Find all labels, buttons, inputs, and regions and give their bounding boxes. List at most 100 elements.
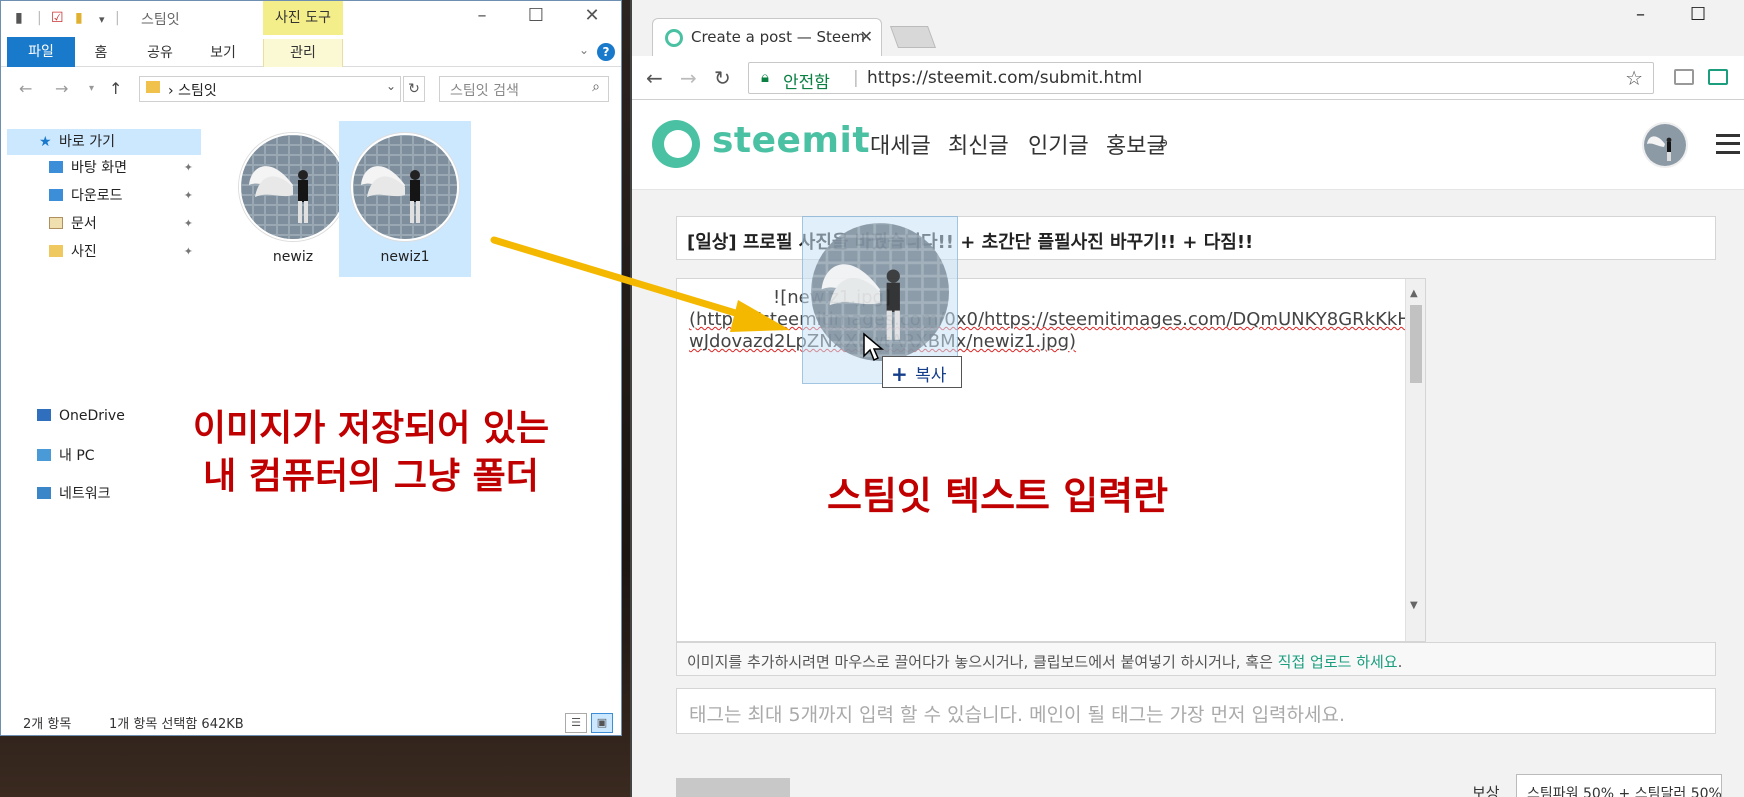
image-thumbnail [351, 133, 459, 241]
submit-button[interactable] [676, 778, 790, 797]
search-icon[interactable]: ⌕ [1158, 130, 1169, 154]
properties-icon[interactable]: ☑ [51, 10, 64, 26]
reward-select[interactable]: 스팀파워 50% + 스팀달러 50% [1516, 774, 1722, 797]
upload-link[interactable]: 직접 업로드 하세요 [1278, 653, 1398, 671]
extension-icon[interactable] [1708, 69, 1728, 85]
image-upload-hint: 이미지를 추가하시려면 마우스로 끌어다가 놓으시거나, 클립보드에서 붙여넣기… [676, 642, 1716, 676]
lock-icon: 🔒︎ [761, 68, 769, 86]
pin-icon: ✦ [183, 189, 193, 202]
tab-manage[interactable]: 관리 [263, 39, 343, 67]
plus-icon: + [891, 362, 908, 386]
explorer-titlebar: ▮ | ☑ ▮ ▾ | 스팀잇 사진 도구 – ☐ ✕ [1, 1, 621, 35]
scroll-up-icon[interactable]: ▲ [1410, 283, 1418, 305]
breadcrumb: › 스팀잇 [168, 83, 217, 99]
address-row: ← → ▾ ↑ › 스팀잇 ⌄ ↻ 스팀잇 검색 ⌕ [1, 71, 621, 107]
recent-dropdown-icon[interactable]: ▾ [89, 83, 94, 94]
markdown-image-url: (https://steemitimages.com/0x0/https://s… [689, 309, 1411, 330]
avatar[interactable] [1642, 122, 1688, 168]
annotation-textarea-caption: 스팀잇 텍스트 입력란 [827, 474, 1169, 518]
menu-trending[interactable]: 대세글 [870, 128, 931, 160]
status-bar: 2개 항목 1개 항목 선택함 642KB ☰ ▣ [1, 707, 621, 735]
back-arrow-icon[interactable]: ← [19, 79, 32, 98]
search-icon: ⌕ [592, 79, 600, 95]
post-body-textarea[interactable]: ![newiz1.jpg] (https://steemitimages.com… [676, 278, 1426, 642]
quick-access-dropdown-icon[interactable]: ▾ [99, 13, 105, 26]
markdown-image-url-cont: wJdovazd2LpZNXXbwtARXBMx/newiz1.jpg) [689, 331, 1385, 353]
help-icon[interactable]: ? [597, 43, 615, 61]
steemit-logo-icon[interactable] [652, 120, 700, 168]
mouse-cursor-icon [863, 332, 884, 362]
tab-strip: Create a post — Steem ✕ – ☐ [632, 0, 1744, 56]
separator: | [115, 10, 120, 26]
new-folder-icon[interactable]: ▮ [75, 10, 83, 26]
maximize-button[interactable]: ☐ [1690, 4, 1706, 25]
tab-file[interactable]: 파일 [7, 37, 75, 67]
star-icon: ★ [39, 134, 52, 150]
minimize-button[interactable]: – [1636, 4, 1645, 25]
browser-toolbar: ← → ↻ 🔒︎ 안전함 | https://steemit.com/submi… [632, 56, 1744, 100]
large-icons-view-icon[interactable]: ▣ [591, 713, 613, 733]
steemit-header: steemit 대세글 최신글 인기글 홍보글 ⌕ [632, 100, 1744, 190]
onedrive-icon [37, 409, 51, 421]
folder-icon [146, 81, 160, 93]
file-name: newiz1 [380, 249, 430, 265]
back-arrow-icon[interactable]: ← [646, 66, 663, 90]
pin-icon: ✦ [183, 245, 193, 258]
address-bar[interactable]: › 스팀잇 ⌄ [139, 76, 401, 102]
address-bar[interactable]: 🔒︎ 안전함 | https://steemit.com/submit.html… [748, 62, 1654, 94]
secure-label: 안전함 [783, 73, 830, 93]
folder-icon: ▮ [15, 10, 23, 26]
window-title: 스팀잇 [141, 12, 180, 28]
scroll-down-icon[interactable]: ▼ [1410, 595, 1418, 617]
post-editor: [일상] 프로필 사진을 바꿨습니다!! + 초간단 플필사진 바꾸기!! + … [632, 190, 1744, 797]
nav-item-downloads[interactable]: 다운로드 ✦ [49, 183, 201, 209]
refresh-button[interactable]: ↻ [403, 76, 425, 102]
forward-arrow-icon[interactable]: → [680, 66, 697, 90]
tab-view[interactable]: 보기 [203, 39, 243, 67]
nav-item-quick-access[interactable]: ★ 바로 가기 [7, 129, 201, 155]
new-tab-button[interactable] [889, 26, 937, 48]
extension-icon[interactable] [1674, 69, 1694, 85]
file-item-selected[interactable]: newiz1 [339, 121, 471, 277]
nav-item-desktop[interactable]: 바탕 화면 ✦ [49, 155, 201, 181]
steemit-logo-text[interactable]: steemit [712, 120, 870, 161]
vertical-scrollbar[interactable]: ▲ ▼ [1405, 279, 1425, 641]
tab-home[interactable]: 홈 [83, 39, 119, 67]
up-arrow-icon[interactable]: ↑ [109, 79, 122, 98]
tab-share[interactable]: 공유 [139, 39, 181, 67]
pin-icon: ✦ [183, 217, 193, 230]
tab-create-post[interactable]: Create a post — Steem ✕ [652, 18, 882, 56]
reward-label: 보상 [1472, 784, 1500, 797]
nav-item-documents[interactable]: 문서 ✦ [49, 211, 201, 237]
chevron-down-icon[interactable]: ⌄ [386, 79, 396, 93]
menu-hot[interactable]: 인기글 [1028, 128, 1089, 160]
menu-new[interactable]: 최신글 [948, 128, 1009, 160]
details-view-icon[interactable]: ☰ [565, 713, 587, 733]
minimize-button[interactable]: – [467, 5, 497, 26]
selection-info: 1개 항목 선택함 642KB [109, 717, 244, 732]
separator: | [853, 68, 859, 88]
forward-arrow-icon[interactable]: → [55, 79, 68, 98]
chevron-down-icon[interactable]: ⌄ [579, 43, 589, 57]
reload-icon[interactable]: ↻ [714, 66, 731, 90]
close-button[interactable]: ✕ [577, 5, 607, 26]
tags-input[interactable]: 태그는 최대 5개까지 입력 할 수 있습니다. 메인이 될 태그는 가장 먼저… [676, 688, 1716, 734]
scrollbar-thumb[interactable] [1410, 305, 1422, 383]
nav-item-pictures[interactable]: 사진 ✦ [49, 239, 201, 265]
browser-window: Create a post — Steem ✕ – ☐ ← → ↻ 🔒︎ 안전함… [630, 0, 1744, 797]
pin-icon: ✦ [183, 161, 193, 174]
separator: | [37, 10, 42, 26]
markdown-image-alt: ![newiz1.jpg] [689, 287, 1385, 309]
hamburger-menu-icon[interactable] [1716, 134, 1740, 154]
folder-icon [49, 161, 63, 173]
folder-icon [49, 245, 63, 257]
ribbon-tabs: 파일 홈 공유 보기 관리 ⌄ ? [1, 35, 621, 67]
annotation-folder-caption: 이미지가 저장되어 있는 내 컴퓨터의 그냥 폴더 [192, 408, 550, 497]
item-count: 2개 항목 [23, 717, 72, 732]
maximize-button[interactable]: ☐ [521, 5, 551, 26]
bookmark-star-icon[interactable]: ☆ [1625, 66, 1643, 90]
search-input[interactable]: 스팀잇 검색 ⌕ [439, 76, 609, 102]
file-explorer-window: ▮ | ☑ ▮ ▾ | 스팀잇 사진 도구 – ☐ ✕ 파일 홈 공유 보기 관… [0, 0, 622, 736]
close-tab-icon[interactable]: ✕ [860, 27, 873, 46]
image-thumbnail [239, 133, 347, 241]
